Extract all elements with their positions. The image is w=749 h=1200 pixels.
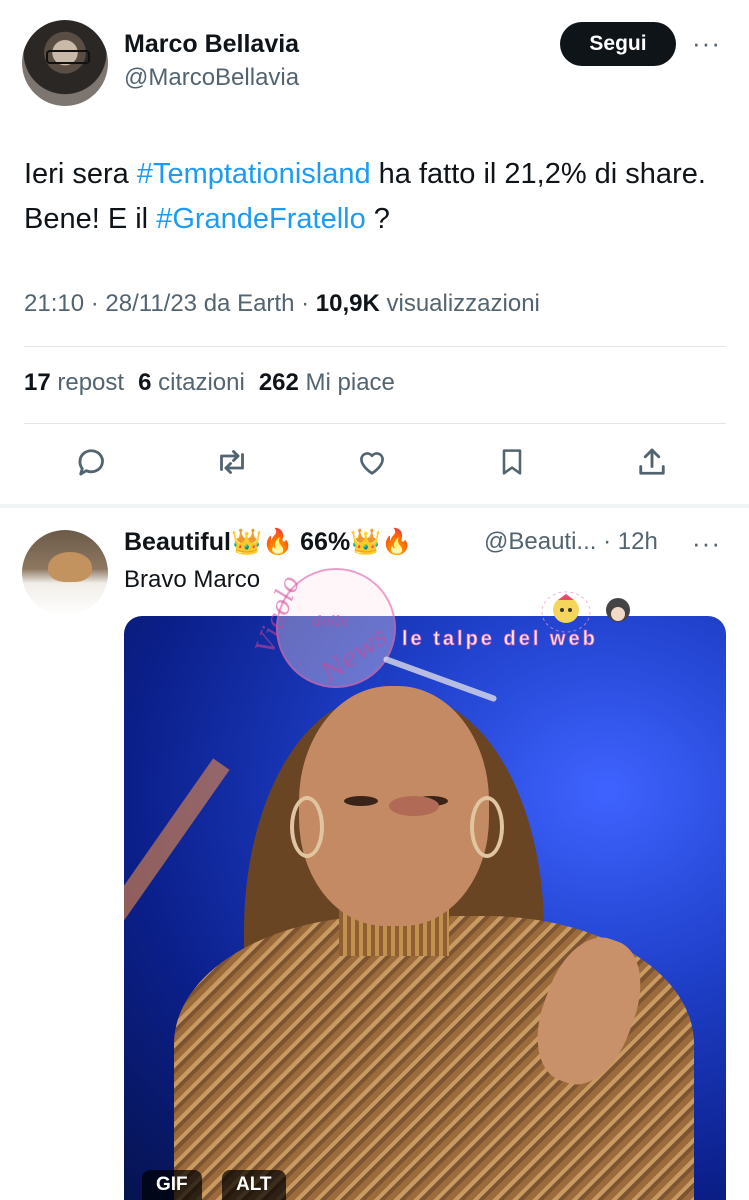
reply-text: Bravo Marco (124, 566, 261, 593)
follow-button[interactable]: Segui (560, 22, 676, 66)
reposts-count: 17 (24, 369, 51, 396)
reposts-label: repost (50, 369, 125, 396)
reply-icon[interactable] (70, 440, 114, 484)
more-options-icon[interactable]: ··· (692, 28, 721, 59)
bookmark-icon[interactable] (490, 440, 534, 484)
author-display-name[interactable]: Marco Bellavia (124, 30, 299, 59)
quotes-label: citazioni (151, 369, 245, 396)
tweet-text-part: Ieri sera (24, 158, 137, 190)
tweet-actions-bar (0, 440, 749, 492)
gif-badge: GIF (142, 1170, 202, 1200)
reply-handle[interactable]: @Beauti... (484, 528, 596, 555)
watermark-banner: le talpe del web (402, 628, 598, 651)
share-icon[interactable] (630, 440, 674, 484)
section-separator (0, 504, 749, 508)
tweet-time[interactable]: 21:10 (24, 290, 84, 317)
tweet-date[interactable]: 28/11/23 (105, 290, 197, 317)
tweet-text: Ieri sera #Temptationisland ha fatto il … (24, 152, 724, 242)
author-avatar[interactable] (22, 20, 108, 106)
reply-display-name[interactable]: Beautiful👑🔥 66%👑🔥 (124, 528, 412, 557)
views-count[interactable]: 10,9K (316, 290, 380, 317)
repost-icon[interactable] (210, 440, 254, 484)
tweet-stats: 17 repost 6 citazioni 262 Mi piace (24, 369, 395, 397)
tweet-meta: 21:10 · 28/11/23 da Earth · 10,9K visual… (24, 290, 540, 318)
reply-time[interactable]: · 12h (603, 528, 658, 555)
divider (24, 423, 726, 424)
reply-handle-time: @Beauti... · 12h (484, 528, 658, 556)
meta-separator: · (84, 290, 106, 317)
alt-badge[interactable]: ALT (222, 1170, 286, 1200)
reply-media-gif[interactable]: GIF ALT (124, 616, 726, 1200)
reply-more-options-icon[interactable]: ··· (692, 528, 721, 559)
likes-stat[interactable]: 262 Mi piace (259, 369, 395, 396)
likes-label: Mi piace (298, 369, 395, 396)
meta-separator: · (294, 290, 316, 317)
tweet-text-part: ? (365, 203, 390, 235)
hashtag-link[interactable]: #Temptationisland (137, 158, 371, 190)
reply-avatar[interactable] (22, 530, 108, 616)
like-icon[interactable] (350, 440, 394, 484)
views-label: visualizzazioni (379, 290, 540, 317)
watermark-text: delle (312, 612, 349, 630)
reposts-stat[interactable]: 17 repost (24, 369, 124, 396)
author-handle[interactable]: @MarcoBellavia (124, 64, 299, 92)
hashtag-link[interactable]: #GrandeFratello (156, 203, 366, 235)
likes-count: 262 (258, 369, 299, 396)
divider (24, 346, 726, 347)
quotes-stat[interactable]: 6 citazioni (138, 369, 245, 396)
tweet-source: da Earth (197, 290, 295, 317)
quotes-count: 6 (138, 369, 152, 396)
